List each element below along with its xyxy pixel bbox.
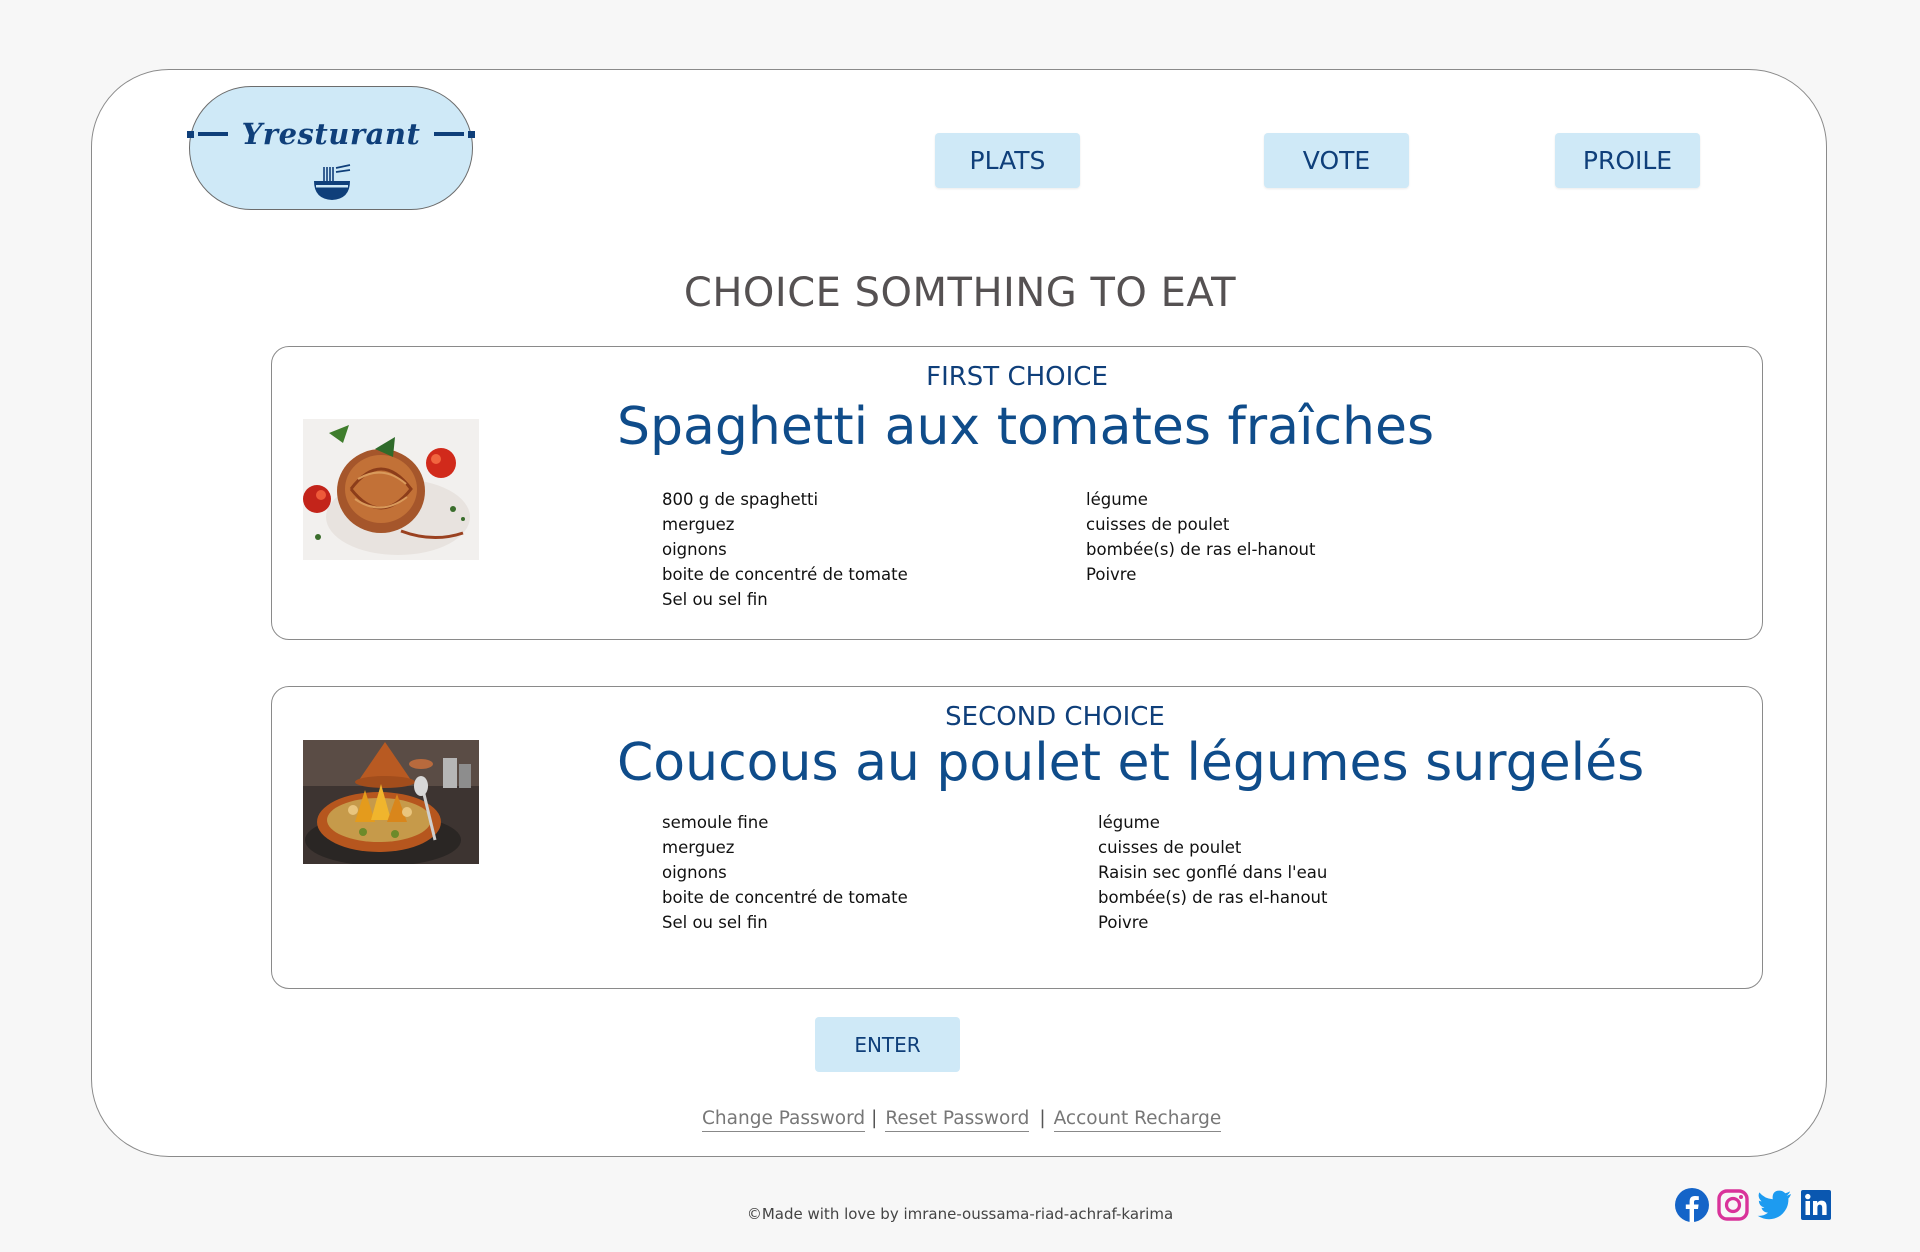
ingredient: boite de concentré de tomate [662,888,908,907]
noodle-bowl-icon [314,164,351,200]
account-links: Change Password | Reset Password | Accou… [702,1108,1222,1132]
choice-card-second[interactable]: SECOND CHOICE Coucous au poulet et légum… [271,686,1763,989]
ingredients-right: légume cuisses de poulet bombée(s) de ra… [1086,487,1315,587]
ingredient: oignons [662,540,727,559]
ingredient: cuisses de poulet [1086,515,1230,534]
choice-label: FIRST CHOICE [926,362,1108,392]
twitter-icon[interactable] [1757,1188,1793,1222]
ingredient: oignons [662,863,727,882]
dish-name: Spaghetti aux tomates fraîches [617,397,1435,457]
logo[interactable]: Yresturant [186,86,476,210]
ingredient: Sel ou sel fin [662,913,768,932]
couscous-photo [303,740,479,864]
linkedin-icon[interactable] [1800,1189,1832,1221]
enter-button[interactable]: ENTER [815,1017,960,1072]
dish-name: Coucous au poulet et légumes surgelés [617,733,1645,793]
ingredient: 800 g de spaghetti [662,490,819,509]
ingredients-left: semoule fine merguez oignons boite de co… [662,810,908,935]
nav-vote-button[interactable]: VOTE [1264,133,1409,188]
choice-card-first[interactable]: FIRST CHOICE Spaghetti aux tomates fraîc… [271,346,1763,640]
logo-dash-right [434,130,476,138]
ingredient: boite de concentré de tomate [662,565,908,584]
ingredient: Sel ou sel fin [662,590,768,609]
ingredient: bombée(s) de ras el-hanout [1098,888,1328,907]
ingredient: Poivre [1086,565,1137,584]
ingredient: légume [1086,490,1148,509]
account-recharge-link[interactable]: Account Recharge [1053,1108,1222,1132]
footer-credits: ©Made with love by imrane-oussama-riad-a… [746,1205,1174,1223]
link-separator: | [1039,1108,1046,1129]
ingredient: cuisses de poulet [1098,838,1242,857]
link-separator: | [871,1108,878,1129]
instagram-icon[interactable] [1716,1188,1750,1222]
facebook-icon[interactable] [1675,1188,1709,1222]
ingredient: semoule fine [662,813,769,832]
logo-row: Yresturant [186,117,476,151]
ingredient: légume [1098,813,1160,832]
logo-text: Yresturant [241,117,421,151]
page-title: CHOICE SOMTHING TO EAT [683,270,1237,316]
spaghetti-photo [303,419,479,560]
nav-profile-button[interactable]: PROILE [1555,133,1700,188]
ingredient: merguez [662,838,735,857]
choice-label: SECOND CHOICE [945,702,1165,732]
change-password-link[interactable]: Change Password [702,1108,866,1132]
reset-password-link[interactable]: Reset Password [885,1108,1030,1132]
social-links [1675,1188,1832,1222]
ingredient: Raisin sec gonflé dans l'eau [1098,863,1328,882]
ingredients-left: 800 g de spaghetti merguez oignons boite… [662,487,908,612]
ingredients-right: légume cuisses de poulet Raisin sec gonf… [1098,810,1327,935]
nav-plats-button[interactable]: PLATS [935,133,1080,188]
ingredient: bombée(s) de ras el-hanout [1086,540,1316,559]
logo-dash-left [186,130,228,138]
ingredient: Poivre [1098,913,1149,932]
ingredient: merguez [662,515,735,534]
